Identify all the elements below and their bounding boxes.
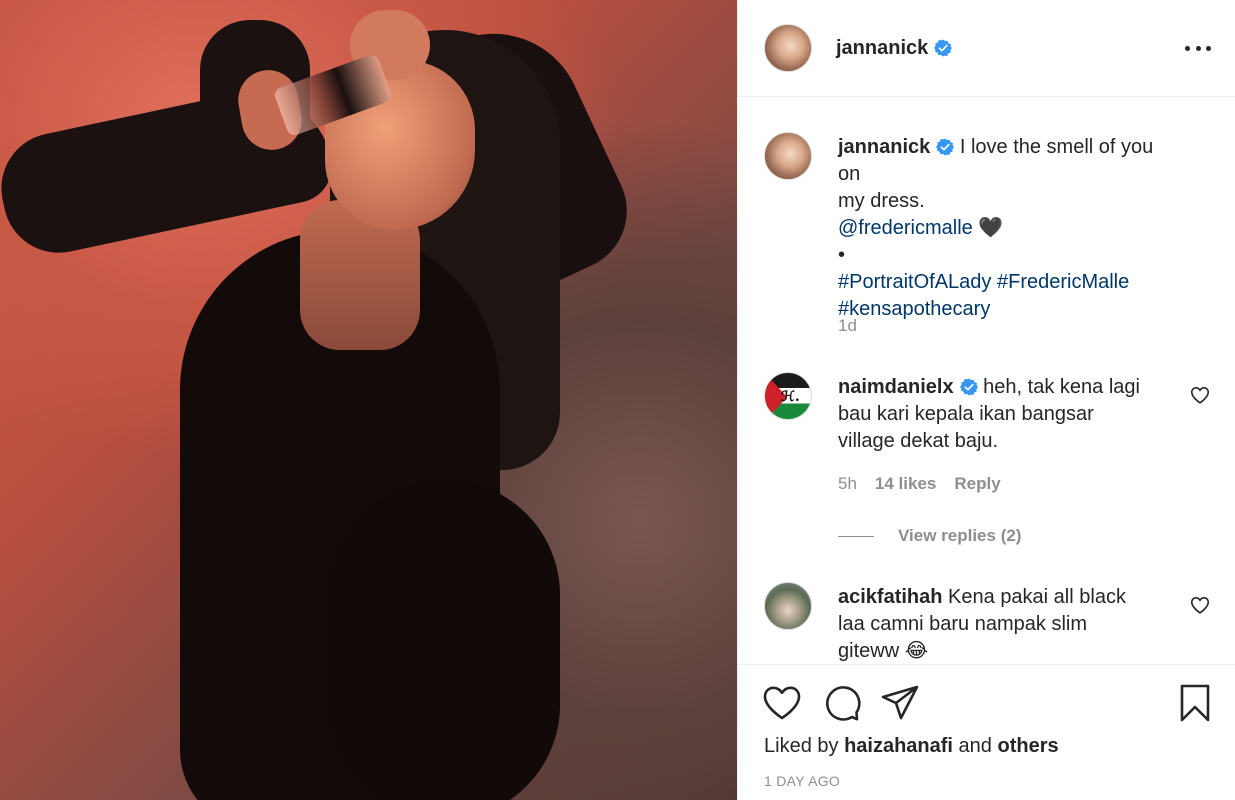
comment-meta: 5h 14 likes Reply	[838, 474, 1001, 494]
more-options-button[interactable]	[1185, 35, 1211, 61]
author-username-text[interactable]: jannanick	[836, 37, 928, 59]
comment-timestamp[interactable]: 5h	[838, 474, 857, 494]
caption-line-1: jannanick I love the smell of you on	[838, 134, 1167, 188]
mention-link[interactable]: @fredericmalle	[838, 217, 973, 239]
liked-by-prefix: Liked by	[764, 735, 839, 757]
black-heart-emoji: 🖤	[978, 217, 1004, 239]
liked-by-and: and	[958, 735, 992, 757]
post-actions	[762, 683, 1215, 723]
replies-divider	[838, 535, 874, 537]
comment-text-2: bau kari kepala ikan bangsar	[838, 403, 1094, 425]
caption-avatar[interactable]	[764, 132, 812, 180]
caption: jannanick I love the smell of you on my …	[764, 132, 1211, 342]
post-header: jannanick	[738, 0, 1235, 97]
like-heart-icon[interactable]	[762, 683, 802, 723]
caption-hashtags-line: #PortraitOfALady #FredericMalle	[838, 269, 1167, 296]
liked-by-others[interactable]: others	[997, 735, 1058, 757]
comment-text-3: village dekat baju.	[838, 430, 999, 452]
verified-badge-icon	[934, 38, 953, 57]
commenter-avatar[interactable]	[764, 582, 812, 630]
like-comment-heart-icon[interactable]	[1189, 384, 1211, 406]
comment: acikfatihah Kena pakai all black laa cam…	[764, 582, 1211, 664]
comment-text-1: heh, tak kena lagi	[983, 376, 1140, 398]
post-details-panel: jannanick jannanick I love the smell of …	[737, 0, 1235, 800]
comment-line-1: acikfatihah Kena pakai all black	[838, 584, 1167, 611]
post-footer: Liked by haizahanafi and others 1 DAY AG…	[738, 664, 1235, 800]
hashtag-link[interactable]: #kensapothecary	[838, 298, 990, 320]
comment-text-3: giteww	[838, 640, 900, 662]
dot-icon	[1185, 45, 1190, 51]
comment-bubble-icon[interactable]	[822, 683, 862, 723]
post-photo[interactable]	[0, 0, 737, 800]
caption-meta: 1d	[838, 316, 857, 336]
caption-mention-line: @fredericmalle 🖤	[838, 215, 1167, 242]
comment-line-3: giteww 😂	[838, 638, 1167, 664]
post-date[interactable]: 1 DAY AGO	[764, 773, 840, 789]
commenter-username[interactable]: acikfatihah	[838, 586, 942, 608]
caption-hashtags-line-2: #kensapothecary	[838, 296, 1167, 323]
comments-list[interactable]: jannanick I love the smell of you on my …	[738, 98, 1235, 664]
verified-badge-icon	[936, 138, 955, 156]
hashtag-link[interactable]: #PortraitOfALady	[838, 271, 991, 293]
comment-body: acikfatihah Kena pakai all black laa cam…	[838, 584, 1167, 664]
dot-icon	[1206, 45, 1211, 51]
caption-username[interactable]: jannanick	[838, 136, 930, 158]
comment: ℋ. naimdanielx heh, tak kena lagi bau ka…	[764, 372, 1211, 562]
view-replies-button[interactable]: View replies (2)	[838, 526, 1021, 546]
save-bookmark-icon[interactable]	[1175, 683, 1215, 723]
comment-text-2: laa camni baru nampak slim	[838, 613, 1087, 635]
comment-text-1: Kena pakai all black	[948, 586, 1126, 608]
liked-by-user[interactable]: haizahanafi	[844, 735, 953, 757]
comment-line-1: naimdanielx heh, tak kena lagi	[838, 374, 1167, 401]
caption-body: jannanick I love the smell of you on my …	[838, 134, 1167, 323]
view-replies-label: View replies (2)	[898, 526, 1022, 545]
comment-body: naimdanielx heh, tak kena lagi bau kari …	[838, 374, 1167, 455]
caption-timestamp[interactable]: 1d	[838, 316, 857, 336]
commenter-avatar[interactable]: ℋ.	[764, 372, 812, 420]
hashtag-link[interactable]: #FredericMalle	[997, 271, 1129, 293]
liked-by-line: Liked by haizahanafi and others	[764, 735, 1059, 758]
like-comment-heart-icon[interactable]	[1189, 594, 1211, 616]
commenter-username[interactable]: naimdanielx	[838, 376, 954, 398]
author-username[interactable]: jannanick	[836, 37, 953, 60]
dot-icon	[1195, 45, 1201, 51]
laughing-emoji: 😂	[904, 640, 929, 662]
photo-hip	[330, 480, 560, 800]
share-paper-plane-icon[interactable]	[880, 683, 920, 723]
reply-button[interactable]: Reply	[954, 474, 1000, 494]
verified-badge-icon	[959, 378, 978, 396]
comment-likes[interactable]: 14 likes	[875, 474, 936, 494]
author-avatar[interactable]	[764, 24, 812, 72]
caption-bullet: •	[838, 244, 846, 266]
caption-text-2: my dress.	[838, 190, 925, 212]
